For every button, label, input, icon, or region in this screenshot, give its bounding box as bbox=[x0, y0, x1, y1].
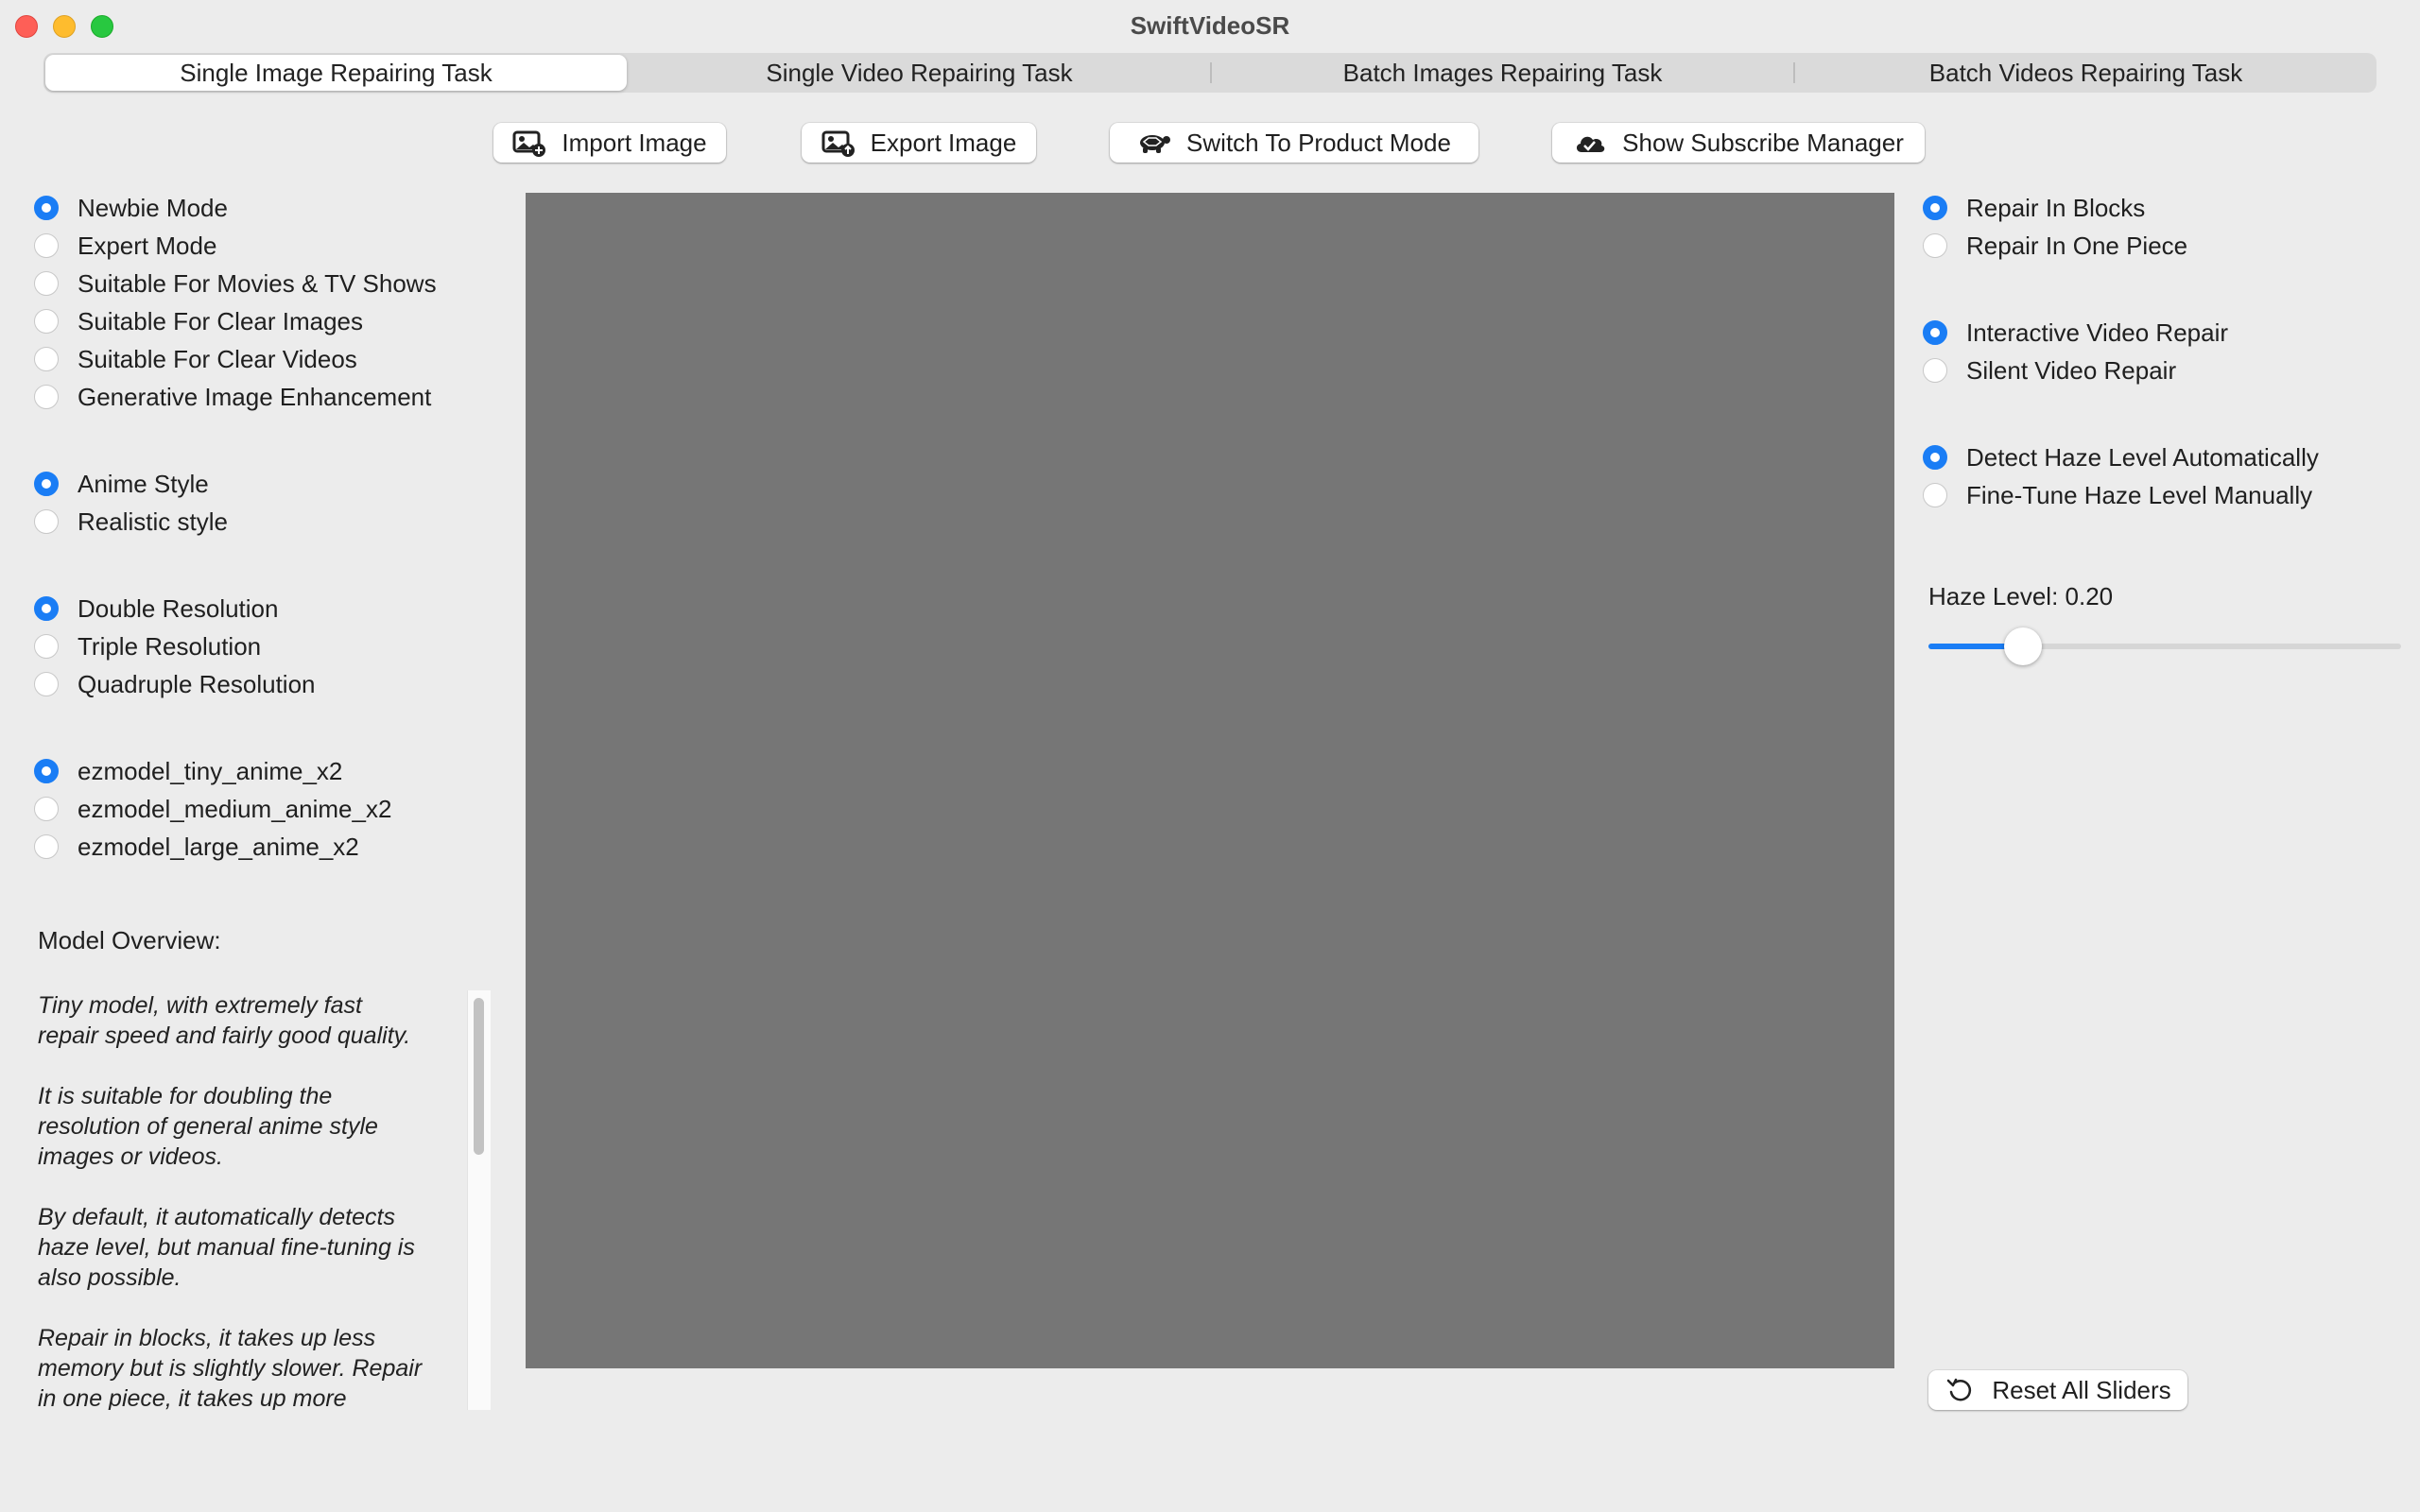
radio-button[interactable] bbox=[34, 271, 59, 296]
radio-detect-haze-auto[interactable]: Detect Haze Level Automatically bbox=[1923, 438, 2319, 476]
radio-repair-one-piece[interactable]: Repair In One Piece bbox=[1923, 227, 2187, 265]
model-group: ezmodel_tiny_anime_x2 ezmodel_medium_ani… bbox=[34, 752, 391, 866]
tab-batch-images[interactable]: Batch Images Repairing Task bbox=[1212, 53, 1793, 93]
radio-button[interactable] bbox=[1923, 320, 1947, 345]
haze-level-slider[interactable] bbox=[1928, 627, 2401, 665]
switch-product-mode-button[interactable]: Switch To Product Mode bbox=[1110, 123, 1478, 163]
overview-paragraph: Repair in blocks, it takes up less memor… bbox=[38, 1325, 423, 1410]
radio-model-large[interactable]: ezmodel_large_anime_x2 bbox=[34, 828, 391, 866]
image-preview-area[interactable] bbox=[526, 193, 1894, 1368]
radio-button[interactable] bbox=[34, 509, 59, 534]
radio-button[interactable] bbox=[34, 672, 59, 696]
radio-button[interactable] bbox=[34, 759, 59, 783]
overview-paragraph: Tiny model, with extremely fast repair s… bbox=[38, 992, 411, 1049]
image-export-icon bbox=[821, 130, 855, 157]
radio-anime-style[interactable]: Anime Style bbox=[34, 465, 228, 503]
slider-knob[interactable] bbox=[2004, 627, 2042, 665]
tab-single-video[interactable]: Single Video Repairing Task bbox=[629, 53, 1210, 93]
radio-button[interactable] bbox=[1923, 358, 1947, 383]
reset-all-sliders-label: Reset All Sliders bbox=[1992, 1375, 2171, 1404]
radio-button[interactable] bbox=[34, 347, 59, 371]
video-repair-group: Interactive Video Repair Silent Video Re… bbox=[1923, 314, 2228, 389]
processing-mode-group: Newbie Mode Expert Mode Suitable For Mov… bbox=[34, 189, 437, 416]
switch-product-mode-label: Switch To Product Mode bbox=[1186, 128, 1451, 157]
haze-mode-group: Detect Haze Level Automatically Fine-Tun… bbox=[1923, 438, 2319, 514]
title-bar: SwiftVideoSR bbox=[0, 0, 2420, 53]
tortoise-icon bbox=[1140, 135, 1171, 153]
radio-button[interactable] bbox=[34, 233, 59, 258]
radio-fine-tune-haze[interactable]: Fine-Tune Haze Level Manually bbox=[1923, 476, 2319, 514]
radio-button[interactable] bbox=[34, 797, 59, 821]
import-image-label: Import Image bbox=[562, 128, 707, 157]
reset-all-sliders-button[interactable]: Reset All Sliders bbox=[1928, 1370, 2187, 1410]
radio-button[interactable] bbox=[1923, 483, 1947, 507]
radio-realistic-style[interactable]: Realistic style bbox=[34, 503, 228, 541]
radio-button[interactable] bbox=[34, 634, 59, 659]
radio-button[interactable] bbox=[34, 196, 59, 220]
model-overview-title: Model Overview: bbox=[38, 926, 221, 954]
export-image-label: Export Image bbox=[870, 128, 1017, 157]
overview-scrollbar[interactable] bbox=[467, 990, 491, 1410]
radio-button[interactable] bbox=[1923, 445, 1947, 470]
haze-level-label: Haze Level: 0.20 bbox=[1928, 582, 2114, 610]
radio-generative-enhancement[interactable]: Generative Image Enhancement bbox=[34, 378, 437, 416]
radio-button[interactable] bbox=[34, 385, 59, 409]
model-overview-text[interactable]: Tiny model, with extremely fast repair s… bbox=[38, 990, 461, 1410]
export-image-button[interactable]: Export Image bbox=[802, 123, 1036, 163]
cloud-check-icon bbox=[1577, 136, 1605, 152]
resolution-group: Double Resolution Triple Resolution Quad… bbox=[34, 590, 316, 703]
radio-quadruple-resolution[interactable]: Quadruple Resolution bbox=[34, 665, 316, 703]
radio-model-medium[interactable]: ezmodel_medium_anime_x2 bbox=[34, 790, 391, 828]
radio-model-tiny[interactable]: ezmodel_tiny_anime_x2 bbox=[34, 752, 391, 790]
radio-newbie-mode[interactable]: Newbie Mode bbox=[34, 189, 437, 227]
radio-button[interactable] bbox=[34, 309, 59, 334]
radio-button[interactable] bbox=[34, 596, 59, 621]
radio-expert-mode[interactable]: Expert Mode bbox=[34, 227, 437, 265]
radio-clear-videos[interactable]: Suitable For Clear Videos bbox=[34, 340, 437, 378]
radio-repair-in-blocks[interactable]: Repair In Blocks bbox=[1923, 189, 2187, 227]
overview-paragraph: By default, it automatically detects haz… bbox=[38, 1204, 415, 1291]
radio-button[interactable] bbox=[34, 472, 59, 496]
import-image-button[interactable]: Import Image bbox=[493, 123, 726, 163]
radio-silent-video-repair[interactable]: Silent Video Repair bbox=[1923, 352, 2228, 389]
reset-icon bbox=[1947, 1378, 1972, 1401]
window-title: SwiftVideoSR bbox=[1130, 11, 1290, 40]
scrollbar-thumb[interactable] bbox=[474, 998, 484, 1155]
radio-interactive-video-repair[interactable]: Interactive Video Repair bbox=[1923, 314, 2228, 352]
show-subscribe-manager-label: Show Subscribe Manager bbox=[1622, 128, 1904, 157]
radio-button[interactable] bbox=[1923, 196, 1947, 220]
show-subscribe-manager-button[interactable]: Show Subscribe Manager bbox=[1552, 123, 1925, 163]
radio-clear-images[interactable]: Suitable For Clear Images bbox=[34, 302, 437, 340]
tab-single-image[interactable]: Single Image Repairing Task bbox=[45, 55, 627, 91]
repair-method-group: Repair In Blocks Repair In One Piece bbox=[1923, 189, 2187, 265]
radio-triple-resolution[interactable]: Triple Resolution bbox=[34, 627, 316, 665]
tab-batch-videos[interactable]: Batch Videos Repairing Task bbox=[1795, 53, 2377, 93]
radio-button[interactable] bbox=[1923, 233, 1947, 258]
image-import-icon bbox=[512, 130, 546, 157]
task-tab-bar: Single Image Repairing Task Single Video… bbox=[43, 53, 2377, 93]
radio-double-resolution[interactable]: Double Resolution bbox=[34, 590, 316, 627]
overview-paragraph: It is suitable for doubling the resoluti… bbox=[38, 1083, 378, 1170]
style-group: Anime Style Realistic style bbox=[34, 465, 228, 541]
radio-button[interactable] bbox=[34, 834, 59, 859]
radio-movies-tv[interactable]: Suitable For Movies & TV Shows bbox=[34, 265, 437, 302]
